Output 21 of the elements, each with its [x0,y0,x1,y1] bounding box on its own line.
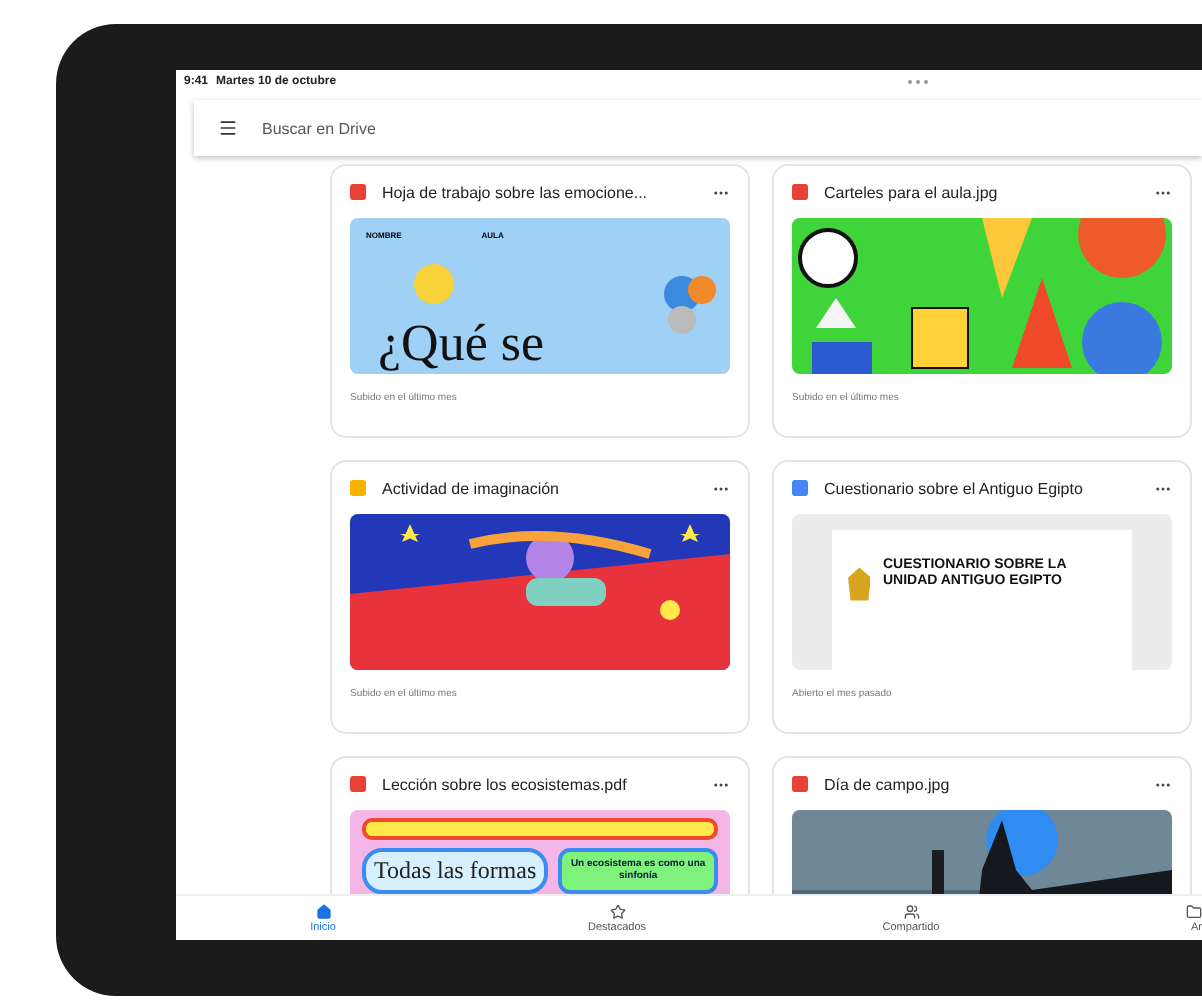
file-name: Día de campo.jpg [824,775,952,793]
star-icon [609,903,625,919]
file-type-icon [350,480,366,496]
file-name: Lección sobre los ecosistemas.pdf [382,775,629,793]
poster-headline: Todas las formas [362,848,549,894]
worksheet-headline: ¿Qué se [378,318,545,370]
people-icon [903,903,919,919]
file-type-icon [350,776,366,792]
file-type-icon [792,776,808,792]
file-name: Cuestionario sobre el Antiguo Egipto [824,479,1085,497]
file-card[interactable]: Día de campo.jpg [772,756,1192,894]
menu-icon[interactable] [218,118,238,138]
file-name: Actividad de imaginación [382,479,561,497]
search-field[interactable]: Buscar en Drive [258,117,1178,139]
file-type-icon [792,184,808,200]
file-type-icon [792,480,808,496]
file-name: Hoja de trabajo sobre las emocione... [382,183,650,201]
folder-icon [1186,903,1202,919]
file-name: Carteles para el aula.jpg [824,183,1000,201]
home-icon [315,903,331,919]
file-type-icon [350,184,366,200]
